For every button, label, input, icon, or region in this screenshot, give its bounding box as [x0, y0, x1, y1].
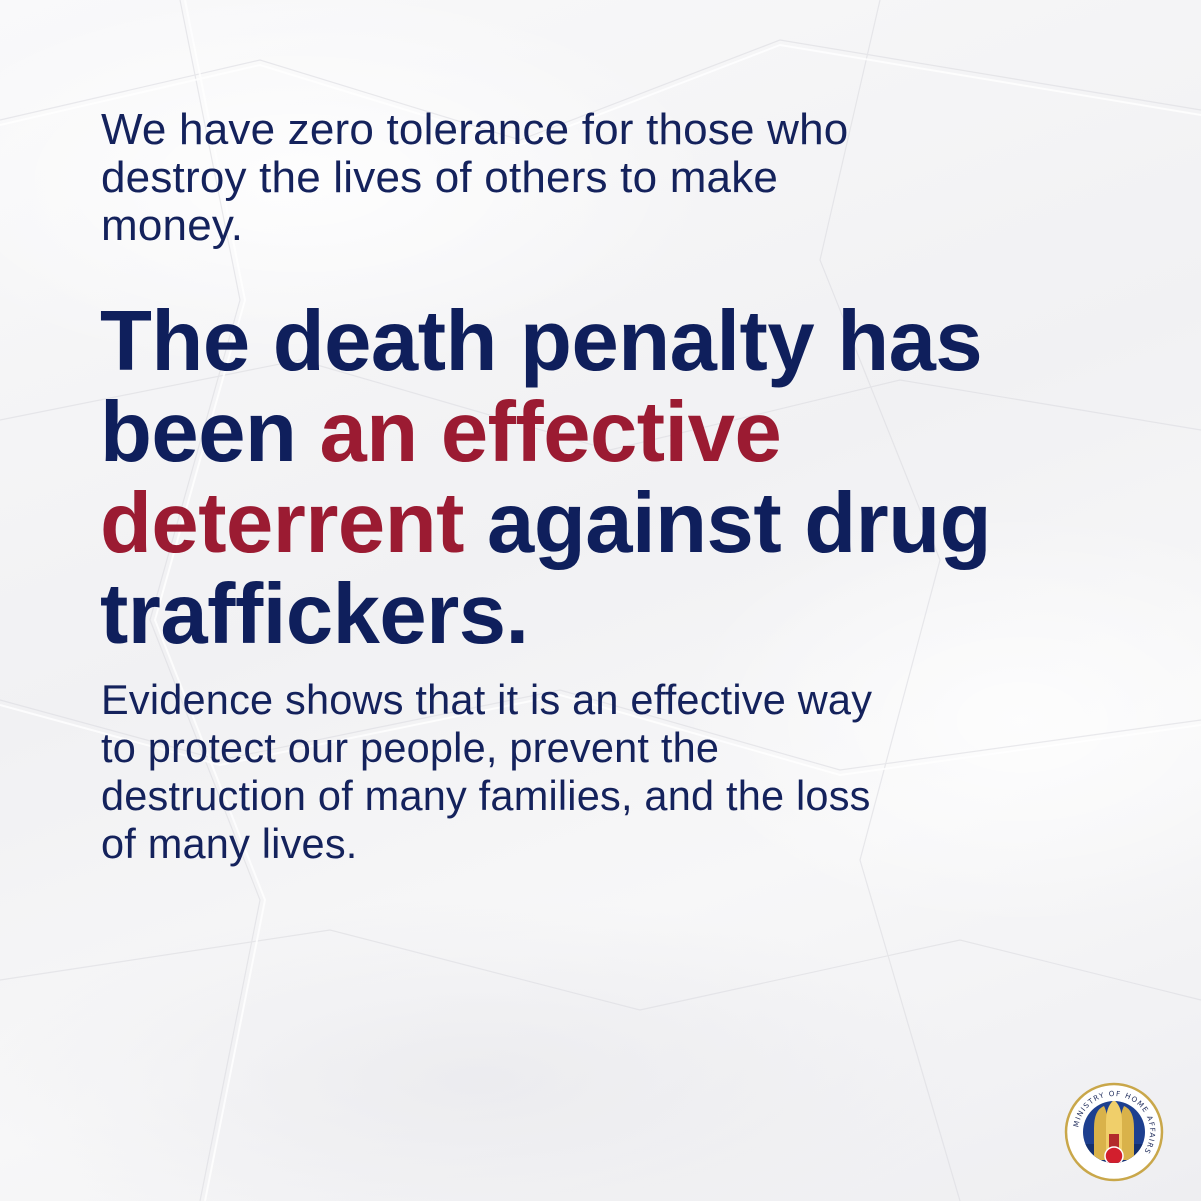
evidence-line-4: of many lives.: [101, 820, 358, 867]
headline-line-3-plain: against drug: [463, 476, 992, 571]
evidence-line-2: to protect our people, prevent the: [101, 724, 720, 771]
evidence-line-1: Evidence shows that it is an effective w…: [101, 676, 873, 723]
evidence-paragraph: Evidence shows that it is an effective w…: [101, 676, 1141, 868]
headline-line-2-accent: an effective: [319, 385, 782, 480]
intro-paragraph: We have zero tolerance for those who des…: [101, 106, 1101, 250]
headline-line-1: The death penalty has: [100, 294, 983, 389]
headline: The death penalty has been an effective …: [100, 296, 1160, 660]
headline-line-4: traffickers.: [100, 567, 529, 662]
headline-line-2-plain: been: [100, 385, 320, 480]
headline-line-3-accent: deterrent: [100, 476, 464, 571]
mha-crest-icon: MINISTRY OF HOME AFFAIRS: [1064, 1082, 1164, 1182]
intro-line-3: money.: [101, 201, 244, 250]
mha-logo: MINISTRY OF HOME AFFAIRS: [1064, 1082, 1164, 1182]
intro-line-2: destroy the lives of others to make: [101, 153, 779, 202]
intro-line-1: We have zero tolerance for those who: [101, 105, 849, 154]
evidence-line-3: destruction of many families, and the lo…: [101, 772, 871, 819]
